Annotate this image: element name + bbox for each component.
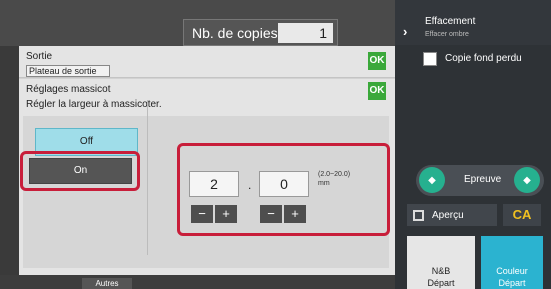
value-controls-highlight xyxy=(177,143,390,236)
right-panel: › Effacement Effacer ombre Copie fond pe… xyxy=(395,0,551,289)
copie-fond-perdu-label: Copie fond perdu xyxy=(445,53,522,64)
output-title: Sortie xyxy=(26,51,53,62)
erase-header[interactable]: › Effacement Effacer ombre xyxy=(395,0,551,45)
erase-subtitle: Effacer ombre xyxy=(425,31,469,38)
color-start-sublabel: Départ xyxy=(498,278,526,288)
color-start-button[interactable]: Couleur Départ xyxy=(481,236,543,289)
color-start-label: Couleur xyxy=(496,266,528,276)
bottom-shortcuts-strip xyxy=(0,275,395,289)
chevron-right-icon[interactable]: › xyxy=(403,24,407,39)
output-row: Sortie Plateau de sortie OK xyxy=(19,46,395,78)
apercu-button[interactable]: Aperçu xyxy=(407,204,497,226)
preview-icon xyxy=(413,209,424,221)
trim-title: Réglages massicot xyxy=(26,84,111,95)
ca-button[interactable]: CA xyxy=(503,204,541,226)
autres-button[interactable]: Autres xyxy=(82,278,132,289)
bw-start-label: N&B xyxy=(431,266,451,276)
preview-right-icon: ◆ xyxy=(514,167,540,193)
apercu-label: Aperçu xyxy=(432,209,464,221)
erase-title: Effacement xyxy=(425,16,476,27)
preview-left-icon: ◆ xyxy=(419,167,445,193)
bw-start-sublabel: Départ xyxy=(427,278,455,288)
controls-divider xyxy=(147,100,148,255)
trim-description: Régler la largeur à massicoter. xyxy=(26,99,162,110)
copies-value[interactable]: 1 xyxy=(278,23,333,43)
on-button-highlight xyxy=(20,151,140,191)
preview-button[interactable]: ◆ Epreuve ◆ xyxy=(416,165,544,196)
preview-label: Epreuve xyxy=(464,174,502,185)
trim-ok-button[interactable]: OK xyxy=(368,82,386,100)
copies-label: Nb. de copies xyxy=(192,24,278,41)
copies-control[interactable]: Nb. de copies 1 xyxy=(183,19,338,46)
output-value[interactable]: Plateau de sortie xyxy=(26,65,110,77)
bw-start-button[interactable]: N&B Départ xyxy=(407,236,475,289)
output-ok-button[interactable]: OK xyxy=(368,52,386,70)
copie-fond-perdu-checkbox[interactable] xyxy=(423,52,437,66)
